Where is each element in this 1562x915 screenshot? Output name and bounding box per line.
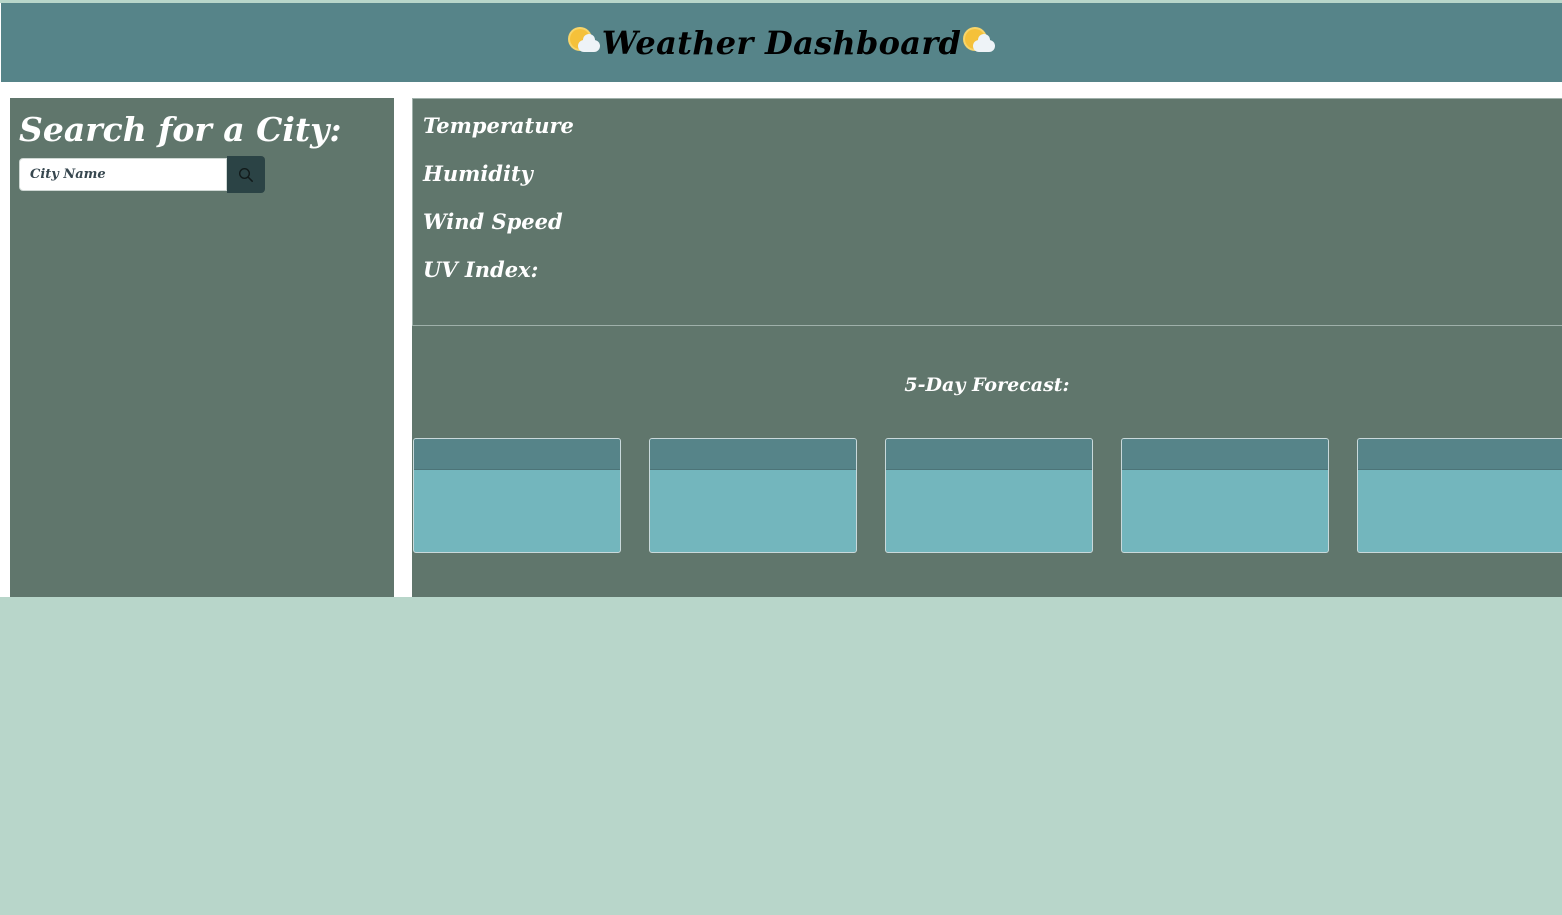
temperature-label: Temperature — [423, 113, 574, 138]
forecast-card-header — [886, 439, 1092, 470]
forecast-card — [885, 438, 1093, 553]
city-search-input[interactable] — [19, 158, 227, 191]
forecast-card-header — [1358, 439, 1562, 470]
forecast-card-header — [414, 439, 620, 470]
page-title: Weather Dashboard — [566, 24, 997, 62]
humidity-label: Humidity — [423, 161, 533, 186]
header-bar: Weather Dashboard — [1, 3, 1562, 82]
forecast-card — [1121, 438, 1329, 553]
app-container: Weather Dashboard Search for a City: Cit… — [0, 3, 1562, 597]
page: Weather Dashboard Search for a City: Cit… — [0, 0, 1562, 915]
search-button[interactable] — [227, 156, 265, 193]
search-panel-title: Search for a City: — [19, 110, 342, 149]
forecast-card-header — [650, 439, 856, 470]
weather-main-panel: Temperature Humidity Wind Speed UV Index… — [412, 98, 1562, 597]
forecast-card-header — [1122, 439, 1328, 470]
sun-behind-cloud-icon — [961, 26, 997, 60]
current-weather: Temperature Humidity Wind Speed UV Index… — [412, 98, 1562, 326]
search-form — [19, 156, 265, 193]
wind-speed-label: Wind Speed — [423, 209, 563, 234]
forecast-card — [413, 438, 621, 553]
forecast-title: 5-Day Forecast: — [904, 374, 1070, 396]
forecast-card — [1357, 438, 1562, 553]
search-icon — [238, 167, 253, 182]
sun-behind-cloud-icon — [566, 26, 602, 60]
page-title-text: Weather Dashboard — [601, 23, 962, 62]
uv-index-label: UV Index: — [423, 257, 539, 282]
forecast-card — [649, 438, 857, 553]
search-panel: Search for a City: — [10, 98, 394, 597]
